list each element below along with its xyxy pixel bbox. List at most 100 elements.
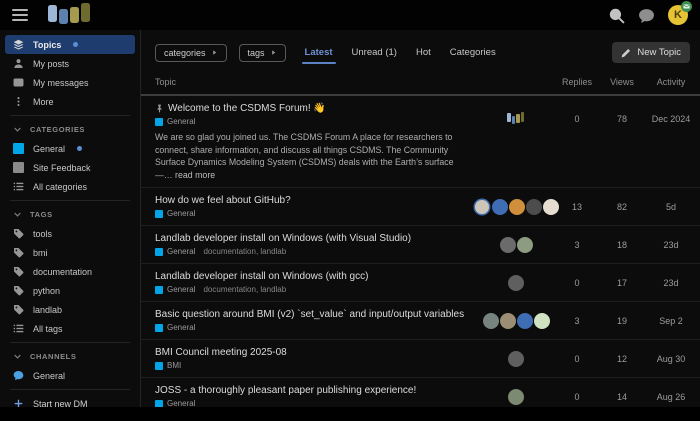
topic-activity[interactable]: 23d [648,240,694,250]
sidebar-item-all-categories[interactable]: All categories [0,177,140,196]
new-topic-button[interactable]: New Topic [612,42,690,63]
message-notification-badge[interactable] [681,1,692,12]
tab-categories[interactable]: Categories [449,43,497,63]
chat-icon[interactable] [638,7,655,24]
sidebar-item-site-feedback[interactable]: Site Feedback [0,158,140,177]
topic-activity[interactable]: Dec 2024 [648,114,694,124]
topic-column-header[interactable]: Topic [155,77,474,87]
topic-views: 82 [596,202,648,212]
sidebar-item-documentation[interactable]: documentation [0,262,140,281]
tags-dropdown[interactable]: tags [239,44,286,62]
topic-title-link[interactable]: How do we feel about GitHub? [155,194,474,207]
table-row[interactable]: BMI Council meeting 2025-08BMI012Aug 30 [141,340,700,378]
tab-latest[interactable]: Latest [304,43,334,63]
poster-avatar[interactable] [500,237,516,253]
poster-avatar[interactable] [492,199,508,215]
topic-title: JOSS - a thoroughly pleasant paper publi… [155,384,416,397]
topic-title-link[interactable]: JOSS - a thoroughly pleasant paper publi… [155,384,474,397]
category-badge[interactable]: General [167,247,195,257]
poster-avatar[interactable] [526,199,542,215]
replies-column-header[interactable]: Replies [558,77,596,87]
topic-title-link[interactable]: Landlab developer install on Windows (wi… [155,270,474,283]
table-row[interactable]: JOSS - a thoroughly pleasant paper publi… [141,378,700,407]
activity-column-header[interactable]: Activity [648,77,694,87]
table-row[interactable]: Basic question around BMI (v2) `set_valu… [141,302,700,340]
sidebar-item-my-posts[interactable]: My posts [0,54,140,73]
topic-title-link[interactable]: Welcome to the CSDMS Forum! 👋 [155,102,474,115]
site-logo[interactable] [48,3,90,27]
sidebar-item-label: tools [33,229,52,239]
posters-cell [474,389,558,405]
sidebar-item-tools[interactable]: tools [0,224,140,243]
read-more-link[interactable]: read more [175,170,215,180]
topic-activity[interactable]: Aug 30 [648,354,694,364]
table-row[interactable]: How do we feel about GitHub?General13825… [141,188,700,226]
poster-avatar[interactable] [508,351,524,367]
sidebar-item-label: All tags [33,324,63,334]
sidebar-item-landlab[interactable]: landlab [0,300,140,319]
poster-avatar[interactable] [500,313,516,329]
topic-title-link[interactable]: Basic question around BMI (v2) `set_valu… [155,308,474,321]
sidebar-item-bmi[interactable]: bmi [0,243,140,262]
unread-dot [73,42,78,47]
sidebar-item-topics[interactable]: Topics [5,35,135,54]
topic-activity[interactable]: 23d [648,278,694,288]
topic-activity[interactable]: Sep 2 [648,316,694,326]
topic-activity[interactable]: 5d [648,202,694,212]
poster-avatar[interactable] [508,275,524,291]
category-badge[interactable]: General [167,323,195,333]
table-row[interactable]: Welcome to the CSDMS Forum! 👋GeneralWe a… [141,96,700,188]
table-row[interactable]: Landlab developer install on Windows (wi… [141,264,700,302]
sidebar-section-channels[interactable]: CHANNELS [0,347,140,366]
categories-dropdown[interactable]: categories [155,44,227,62]
poster-avatar[interactable] [543,199,559,215]
search-icon[interactable] [608,7,625,24]
sidebar-item-general[interactable]: General [0,139,140,158]
sidebar-section-tags[interactable]: TAGS [0,205,140,224]
topic-meta: General documentation, landlab [155,247,474,257]
poster-avatar[interactable] [509,199,525,215]
views-column-header[interactable]: Views [596,77,648,87]
posters-cell [474,313,558,329]
category-badge[interactable]: General [167,209,195,219]
poster-avatar[interactable] [517,237,533,253]
category-color-square [155,324,163,332]
topic-tags[interactable]: documentation, landlab [203,285,286,295]
poster-avatar[interactable] [475,200,489,214]
category-badge[interactable]: General [167,117,195,127]
topic-cell: BMI Council meeting 2025-08 BMI [155,346,474,371]
table-row[interactable]: Landlab developer install on Windows (wi… [141,226,700,264]
sidebar-item-more[interactable]: More [0,92,140,111]
sidebar-item-python[interactable]: python [0,281,140,300]
posters-cell [474,112,558,126]
poster-avatar[interactable] [507,112,525,126]
topic-activity[interactable]: Aug 26 [648,392,694,402]
category-badge[interactable]: General [167,285,195,295]
tab-hot[interactable]: Hot [415,43,432,63]
poster-avatar[interactable] [534,313,550,329]
topic-filter-tabs: Latest Unread (1) Hot Categories [304,43,497,63]
topic-tags[interactable]: documentation, landlab [203,247,286,257]
category-badge[interactable]: General [167,399,195,407]
topic-views: 17 [596,278,648,288]
topic-replies: 0 [558,278,596,288]
sidebar-item-label: My messages [33,78,89,88]
hamburger-menu-icon[interactable] [12,6,34,24]
poster-avatar[interactable] [508,389,524,405]
poster-avatar[interactable] [517,313,533,329]
sidebar-item-my-messages[interactable]: My messages [0,73,140,92]
category-badge[interactable]: BMI [167,361,181,371]
sidebar-item-general[interactable]: General [0,366,140,385]
sidebar-item-all-tags[interactable]: All tags [0,319,140,338]
topic-meta: General [155,323,474,333]
topic-views: 78 [596,114,648,124]
poster-avatar[interactable] [483,313,499,329]
tab-unread-1-[interactable]: Unread (1) [351,43,398,63]
sidebar-section-categories[interactable]: CATEGORIES [0,120,140,139]
sidebar-item-label: Site Feedback [33,163,91,173]
user-menu-button[interactable]: K [668,5,688,25]
topic-title-link[interactable]: Landlab developer install on Windows (wi… [155,232,474,245]
topic-title-link[interactable]: BMI Council meeting 2025-08 [155,346,474,359]
sidebar-item-start-new-dm[interactable]: Start new DM [0,394,140,407]
forum-page: K TopicsMy posts My messages More CATEGORIE… [0,0,700,421]
